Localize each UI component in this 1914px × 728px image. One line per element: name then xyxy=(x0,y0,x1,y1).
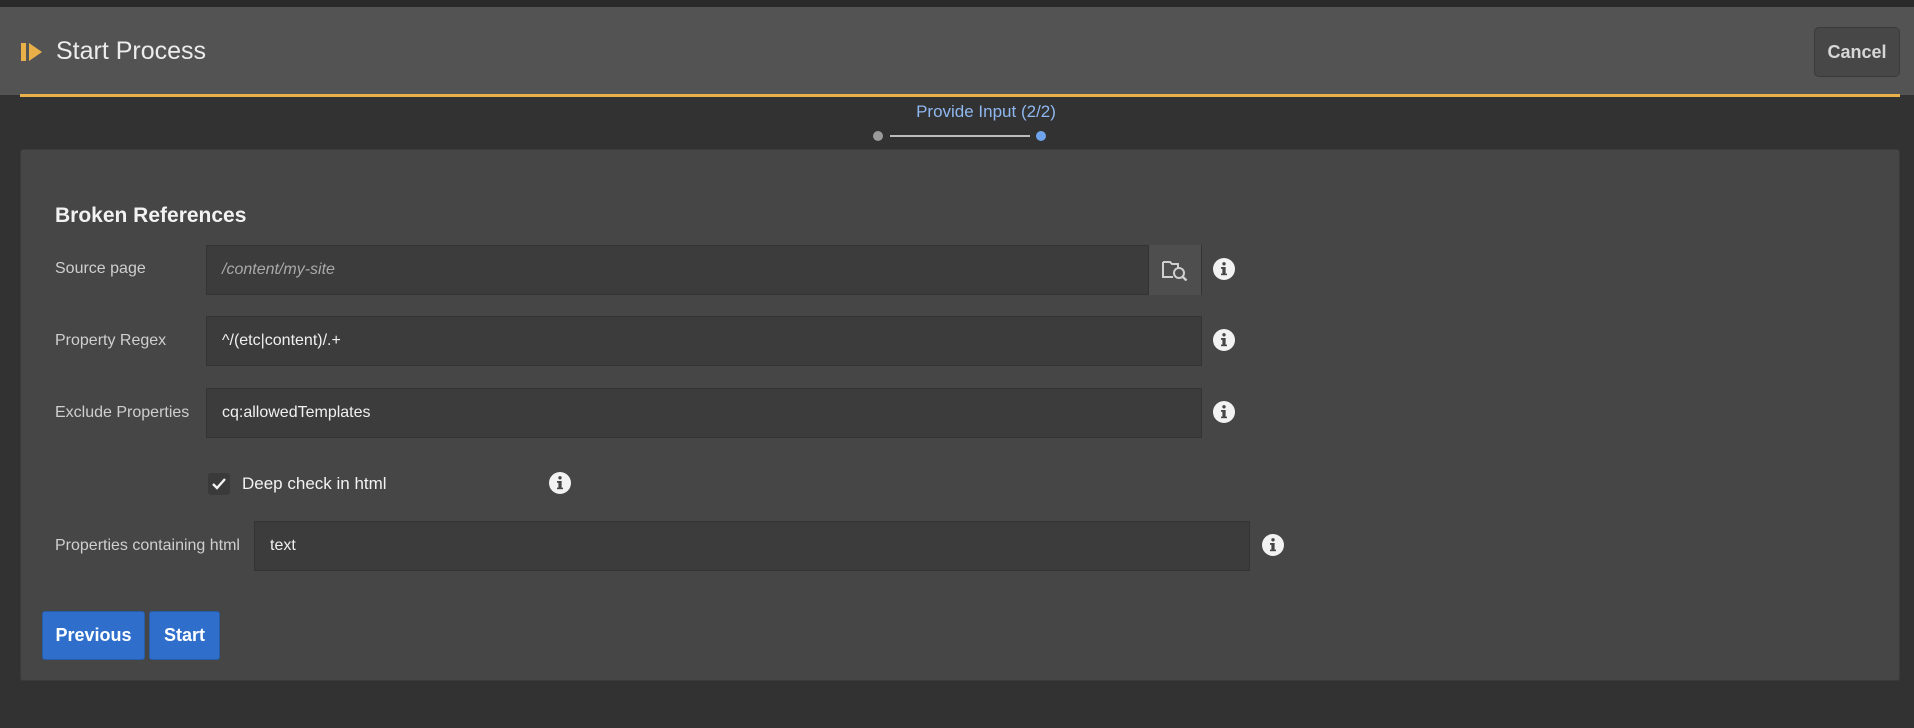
properties-containing-html-label: Properties containing html xyxy=(55,537,240,554)
info-icon[interactable] xyxy=(548,471,572,495)
top-strip xyxy=(0,0,1914,7)
source-page-input[interactable]: /content/my-site xyxy=(206,245,1202,295)
info-icon[interactable] xyxy=(1212,257,1236,281)
source-page-label: Source page xyxy=(55,260,146,277)
previous-button[interactable]: Previous xyxy=(42,611,145,660)
step-connector xyxy=(890,135,1030,137)
properties-containing-html-input[interactable]: text xyxy=(254,521,1250,571)
wizard-stepper: Provide Input (2/2) xyxy=(0,97,1914,149)
browse-path-button[interactable] xyxy=(1148,245,1201,295)
exclude-properties-label: Exclude Properties xyxy=(55,404,190,421)
deep-check-label[interactable]: Deep check in html xyxy=(242,474,387,494)
deep-check-checkbox[interactable] xyxy=(208,473,230,495)
start-button[interactable]: Start xyxy=(149,611,220,660)
dialog-header: Start Process Cancel xyxy=(0,7,1914,95)
exclude-properties-input[interactable]: cq:allowedTemplates xyxy=(206,388,1202,438)
cancel-button[interactable]: Cancel xyxy=(1814,27,1900,77)
section-title: Broken References xyxy=(55,204,247,227)
property-regex-input[interactable]: ^/(etc|content)/.+ xyxy=(206,316,1202,366)
play-process-icon xyxy=(21,42,42,61)
header-title-group: Start Process xyxy=(20,37,206,66)
info-icon[interactable] xyxy=(1261,533,1285,557)
checkmark-icon xyxy=(212,478,226,490)
info-icon[interactable] xyxy=(1212,328,1236,352)
step-1-dot[interactable] xyxy=(873,131,883,141)
page-title: Start Process xyxy=(56,37,207,65)
property-regex-label: Property Regex xyxy=(55,332,167,349)
step-label: Provide Input (2/2) xyxy=(916,102,1056,121)
info-icon[interactable] xyxy=(1212,400,1236,424)
folder-search-icon xyxy=(1162,261,1188,281)
step-2-dot[interactable] xyxy=(1036,131,1046,141)
